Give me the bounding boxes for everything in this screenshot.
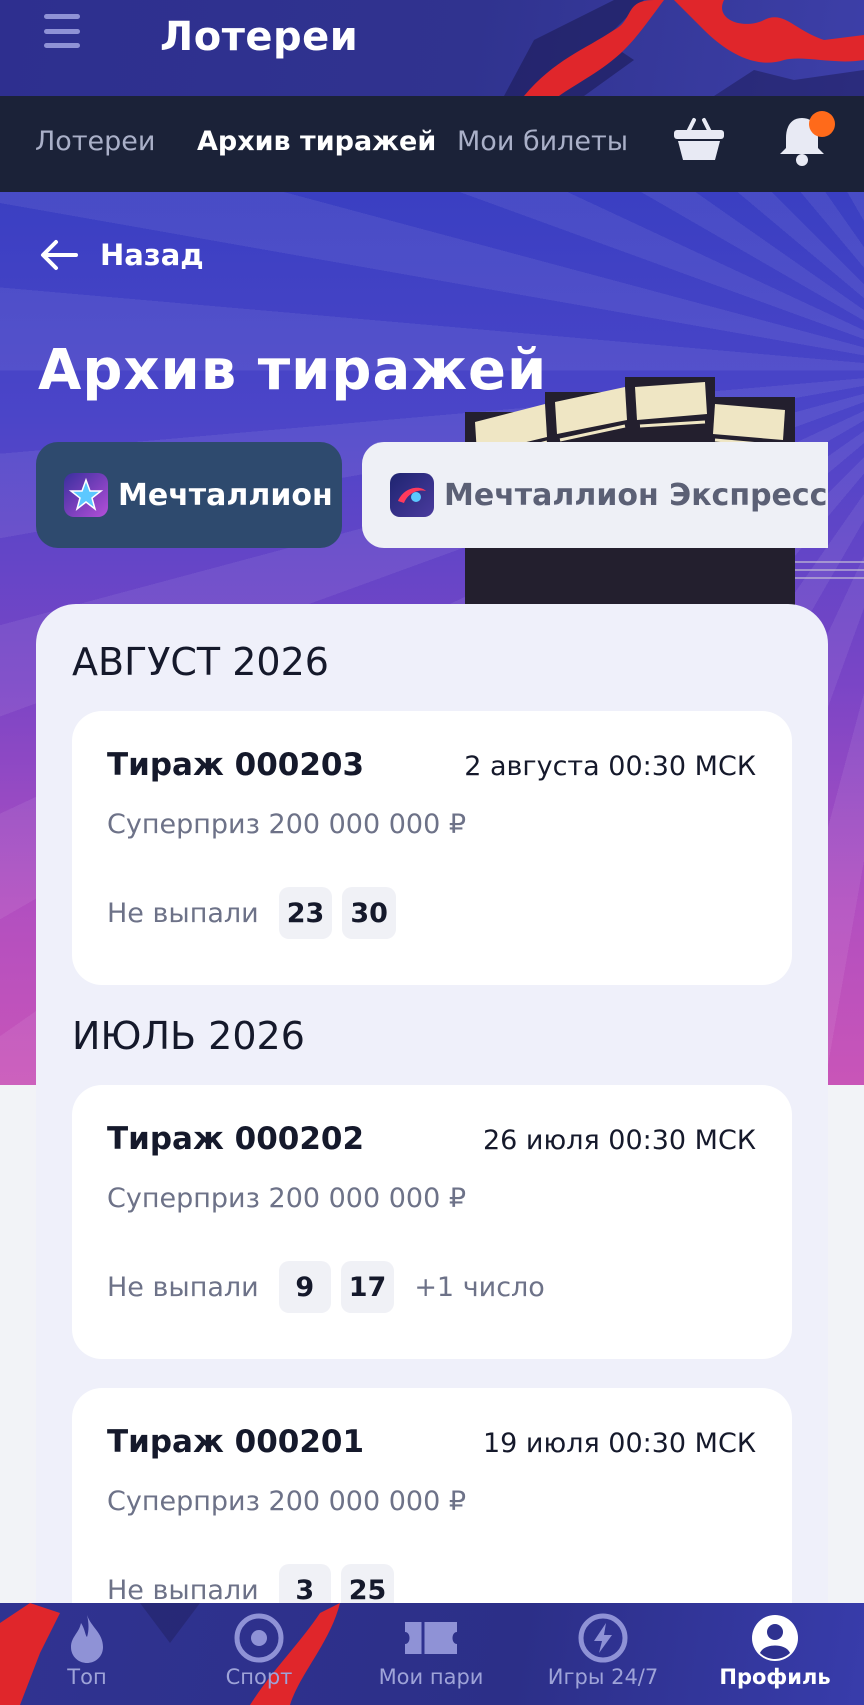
month-heading: ИЮЛЬ 2026 xyxy=(72,1014,305,1058)
menu-hamburger-icon[interactable] xyxy=(44,14,80,48)
draw-name: Тираж 000203 xyxy=(107,747,365,783)
nav-item-sport[interactable]: Спорт xyxy=(173,1603,345,1705)
nav-label: Мои пари xyxy=(378,1665,484,1689)
nav-item-profile[interactable]: Профиль xyxy=(689,1603,861,1705)
back-label: Назад xyxy=(100,238,204,272)
lightning-icon xyxy=(578,1613,628,1663)
target-icon xyxy=(234,1613,284,1663)
draw-prize: Суперприз 200 000 000 ₽ xyxy=(107,1486,467,1517)
tab-lotteries[interactable]: Лотереи xyxy=(35,126,155,157)
number-ball: 23 xyxy=(278,887,333,939)
missed-label: Не выпали xyxy=(107,1271,259,1303)
missed-label: Не выпали xyxy=(107,897,259,929)
lottery-chip-mechtallion[interactable]: Мечталлион xyxy=(36,442,342,548)
extra-numbers-count: +1 число xyxy=(414,1271,545,1303)
notification-bell-icon[interactable] xyxy=(776,110,836,172)
month-heading: АВГУСТ 2026 xyxy=(72,640,329,684)
nav-item-games[interactable]: Игры 24/7 xyxy=(517,1603,689,1705)
chip-label: Мечталлион xyxy=(118,477,333,513)
nav-item-my-bets[interactable]: Мои пари xyxy=(345,1603,517,1705)
chip-label: Мечталлион Экспресс (д xyxy=(444,477,828,513)
lottery-chip-mechtallion-express[interactable]: Мечталлион Экспресс (д xyxy=(362,442,828,548)
draw-card[interactable]: Тираж 000202 26 июля 00:30 МСК Суперприз… xyxy=(72,1085,792,1359)
top-header: Лотереи xyxy=(0,0,864,96)
flame-icon xyxy=(67,1613,107,1663)
missed-numbers-row: Не выпали 23 30 xyxy=(107,887,406,939)
nav-label: Спорт xyxy=(225,1665,293,1689)
tab-my-tickets[interactable]: Мои билеты xyxy=(457,126,628,157)
tab-draw-archive[interactable]: Архив тиражей xyxy=(197,126,436,157)
nav-label: Игры 24/7 xyxy=(547,1665,659,1689)
missed-numbers-row: Не выпали 9 17 +1 число xyxy=(107,1261,545,1313)
number-ball: 9 xyxy=(278,1261,331,1313)
lottery-subnav: Лотереи Архив тиражей Мои билеты xyxy=(0,96,864,192)
profile-icon xyxy=(750,1613,800,1663)
page-title: Архив тиражей xyxy=(38,338,548,403)
number-ball: 17 xyxy=(340,1261,395,1313)
number-ball: 30 xyxy=(342,887,396,939)
draw-date: 19 июля 00:30 МСК xyxy=(482,1428,756,1459)
app-title: Лотереи xyxy=(160,14,359,60)
draw-name: Тираж 000202 xyxy=(107,1121,365,1157)
draw-prize: Суперприз 200 000 000 ₽ xyxy=(107,1183,467,1214)
header-decoration xyxy=(504,0,864,96)
missed-label: Не выпали xyxy=(107,1574,259,1606)
nav-label: Профиль xyxy=(719,1665,831,1689)
draw-date: 2 августа 00:30 МСК xyxy=(464,751,756,782)
basket-icon[interactable] xyxy=(672,116,726,166)
express-icon xyxy=(390,473,434,517)
draw-prize: Суперприз 200 000 000 ₽ xyxy=(107,809,467,840)
star-icon xyxy=(64,473,108,517)
arrow-left-icon xyxy=(41,240,78,270)
draw-name: Тираж 000201 xyxy=(107,1424,365,1460)
draw-card[interactable]: Тираж 000203 2 августа 00:30 МСК Суперпр… xyxy=(72,711,792,985)
draw-date: 26 июля 00:30 МСК xyxy=(482,1125,756,1156)
nav-label: Топ xyxy=(67,1665,107,1689)
bottom-navigation: Топ Спорт Мои пари Игры 24/7 Профиль xyxy=(0,1603,864,1705)
back-link[interactable]: Назад xyxy=(40,238,204,272)
ticket-icon xyxy=(403,1613,459,1663)
nav-item-top[interactable]: Топ xyxy=(1,1603,173,1705)
